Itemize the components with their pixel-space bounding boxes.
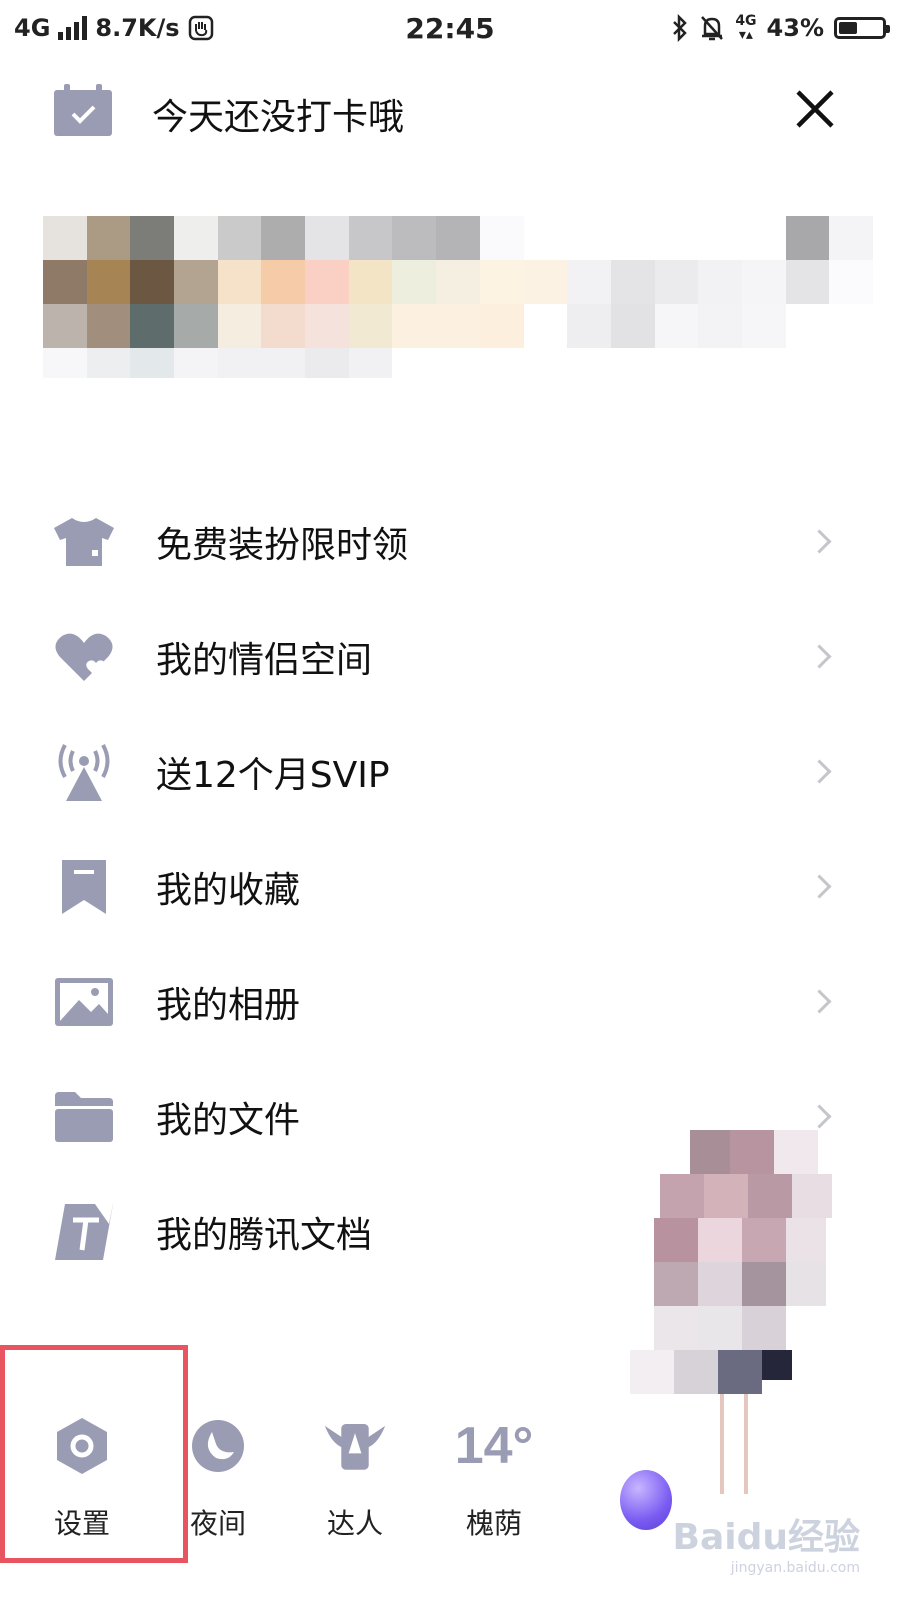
mute-bell-icon — [701, 16, 724, 41]
expert-label: 达人 — [326, 1507, 383, 1540]
watermark-url: jingyan.baidu.com — [730, 1560, 860, 1576]
menu-item-dressup[interactable]: 免费装扮限时领 — [0, 484, 900, 599]
menu-label: 免费装扮限时领 — [156, 524, 409, 566]
moon-icon — [186, 1414, 250, 1478]
menu-item-svip[interactable]: 送12个月SVIP — [0, 714, 900, 829]
menu-label: 我的腾讯文档 — [156, 1214, 373, 1256]
battery-icon — [834, 17, 890, 39]
image-icon — [52, 970, 116, 1034]
night-label: 夜间 — [189, 1507, 246, 1540]
gear-icon — [50, 1414, 114, 1478]
checkin-text[interactable]: 今天还没打卡哦 — [152, 88, 404, 140]
chevron-right-icon — [807, 759, 832, 784]
weather-temperature: 14° — [454, 1417, 534, 1475]
weather-city: 槐荫 — [465, 1507, 522, 1540]
menu-label: 我的文件 — [156, 1099, 301, 1141]
winged-badge-icon — [323, 1414, 387, 1478]
menu-item-album[interactable]: 我的相册 — [0, 944, 900, 1059]
calendar-check-icon[interactable] — [54, 84, 112, 136]
chevron-right-icon — [807, 989, 832, 1014]
heart-icon — [52, 625, 116, 689]
tshirt-icon — [52, 510, 116, 574]
chevron-right-icon — [807, 644, 832, 669]
menu-label: 我的收藏 — [156, 869, 301, 911]
broadcast-icon — [52, 740, 116, 804]
expert-button[interactable]: 达人 — [295, 1414, 415, 1542]
pixelated-profile[interactable] — [43, 216, 873, 378]
menu-item-favorites[interactable]: 我的收藏 — [0, 829, 900, 944]
weather-widget[interactable]: 14° 槐荫 — [434, 1414, 554, 1542]
status-bar: 4G 8.7K/s 22:45 4G ▾▴ 43% — [0, 0, 900, 62]
menu-label: 我的情侣空间 — [156, 639, 373, 681]
menu-item-couple-space[interactable]: 我的情侣空间 — [0, 599, 900, 714]
checkin-header: 今天还没打卡哦 — [0, 70, 900, 150]
network-type-right: 4G ▾▴ — [735, 13, 757, 43]
night-mode-button[interactable]: 夜间 — [158, 1414, 278, 1542]
watermark: Baidu经验 jingyan.baidu.com — [673, 1508, 860, 1576]
status-right: 4G ▾▴ 43% — [671, 13, 890, 43]
folder-icon — [52, 1085, 116, 1149]
settings-button[interactable]: 设置 — [22, 1414, 142, 1542]
menu-label: 我的相册 — [156, 984, 301, 1026]
close-icon[interactable] — [790, 84, 840, 134]
chevron-right-icon — [807, 529, 832, 554]
battery-percent: 43% — [766, 14, 824, 42]
menu-label: 送12个月SVIP — [156, 754, 390, 796]
bluetooth-icon — [673, 14, 688, 42]
watermark-brand: Baidu经验 — [672, 1517, 860, 1558]
bookmark-icon — [52, 855, 116, 919]
chevron-right-icon — [807, 874, 832, 899]
settings-label: 设置 — [53, 1507, 110, 1540]
document-icon — [52, 1200, 116, 1264]
weather-temp-container: 14° — [455, 1414, 534, 1478]
